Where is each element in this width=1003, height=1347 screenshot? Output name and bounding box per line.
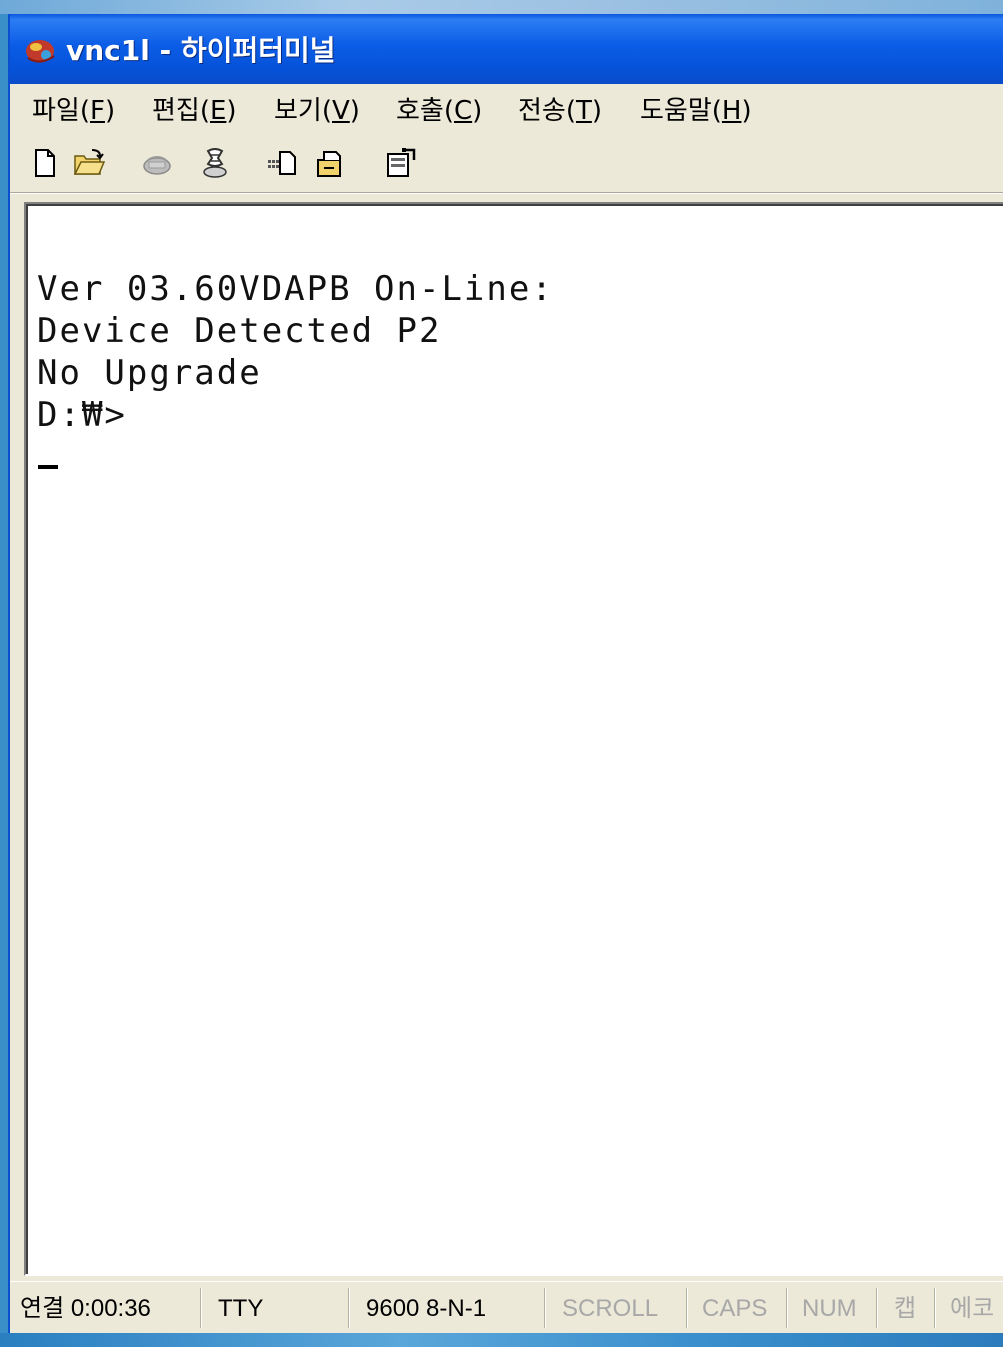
status-capture: 캡 <box>894 1295 917 1322</box>
hyperterminal-window: vnc1l - 하이퍼터미널 파일(F) 편집(E) 보기(V) 호출(C) 전… <box>8 14 1003 1333</box>
menu-view[interactable]: 보기(V) <box>274 96 360 126</box>
menu-file-close: ) <box>104 96 116 126</box>
status-connection-time: 연결 0:00:36 <box>20 1295 151 1322</box>
menu-edit-close: ) <box>226 96 237 126</box>
menu-transfer-key: T <box>575 96 592 126</box>
menu-transfer-label: 전송( <box>518 96 576 126</box>
status-divider <box>200 1288 201 1328</box>
menu-file-label: 파일( <box>32 96 90 126</box>
desktop-background-bottom <box>0 1333 1003 1347</box>
open-folder-icon[interactable] <box>72 146 106 180</box>
connect-icon[interactable] <box>140 146 174 180</box>
desktop-background-top <box>0 0 1003 14</box>
status-divider <box>786 1288 787 1328</box>
status-bar: 연결 0:00:36 TTY 9600 8-N-1 SCROLL CAPS NU… <box>10 1281 1003 1333</box>
terminal-inner-border: Ver 03.60VDAPB On-Line: Device Detected P… <box>26 204 1003 1274</box>
toolbar <box>10 136 1003 193</box>
terminal-line: No Upgrade <box>37 353 262 393</box>
client-area: Ver 03.60VDAPB On-Line: Device Detected P… <box>10 193 1003 1282</box>
hyperterminal-app-icon[interactable] <box>24 36 58 66</box>
menu-transfer-close: ) <box>591 96 603 126</box>
menu-file[interactable]: 파일(F) <box>32 96 115 126</box>
menu-call-close: ) <box>472 96 483 126</box>
menu-edit-key: E <box>209 96 227 126</box>
properties-icon[interactable] <box>384 146 418 180</box>
new-document-icon[interactable] <box>28 146 62 180</box>
menu-edit[interactable]: 편집(E) <box>152 96 237 126</box>
status-divider <box>876 1288 877 1328</box>
menu-help[interactable]: 도움말(H) <box>640 96 752 126</box>
menu-view-label: 보기( <box>274 96 332 126</box>
title-bar[interactable]: vnc1l - 하이퍼터미널 <box>10 14 1003 84</box>
menu-call-key: C <box>453 96 473 126</box>
menu-help-key: H <box>721 96 742 126</box>
menu-view-key: V <box>331 96 350 126</box>
status-divider <box>348 1288 349 1328</box>
menu-help-label: 도움말( <box>640 96 722 126</box>
status-emulation: TTY <box>218 1295 264 1322</box>
terminal-screen[interactable]: Ver 03.60VDAPB On-Line: Device Detected P… <box>24 202 1003 1276</box>
send-icon[interactable] <box>266 146 300 180</box>
menu-edit-label: 편집( <box>152 96 210 126</box>
status-port-settings: 9600 8-N-1 <box>366 1295 487 1322</box>
status-echo: 에코 <box>950 1295 995 1322</box>
status-divider <box>686 1288 687 1328</box>
terminal-output: Ver 03.60VDAPB On-Line: Device Detected P… <box>37 268 554 436</box>
menu-view-close: ) <box>349 96 360 126</box>
menu-transfer[interactable]: 전송(T) <box>518 96 602 126</box>
status-num: NUM <box>802 1295 857 1322</box>
status-divider <box>934 1288 935 1328</box>
menu-file-key: F <box>89 96 105 126</box>
window-title: vnc1l - 하이퍼터미널 <box>66 34 336 67</box>
text-cursor <box>38 465 58 469</box>
menu-bar: 파일(F) 편집(E) 보기(V) 호출(C) 전송(T) 도움말(H) <box>10 84 1003 137</box>
menu-help-close: ) <box>741 96 752 126</box>
status-divider <box>544 1288 545 1328</box>
terminal-line: Ver 03.60VDAPB On-Line: <box>37 269 554 309</box>
status-caps: CAPS <box>702 1295 768 1322</box>
terminal-line: Device Detected P2 <box>37 311 442 351</box>
menu-call-label: 호출( <box>396 96 454 126</box>
disconnect-icon[interactable] <box>198 146 232 180</box>
terminal-line: D:₩> <box>37 395 127 435</box>
status-scroll: SCROLL <box>562 1295 659 1322</box>
menu-call[interactable]: 호출(C) <box>396 96 482 126</box>
receive-icon[interactable] <box>314 146 348 180</box>
